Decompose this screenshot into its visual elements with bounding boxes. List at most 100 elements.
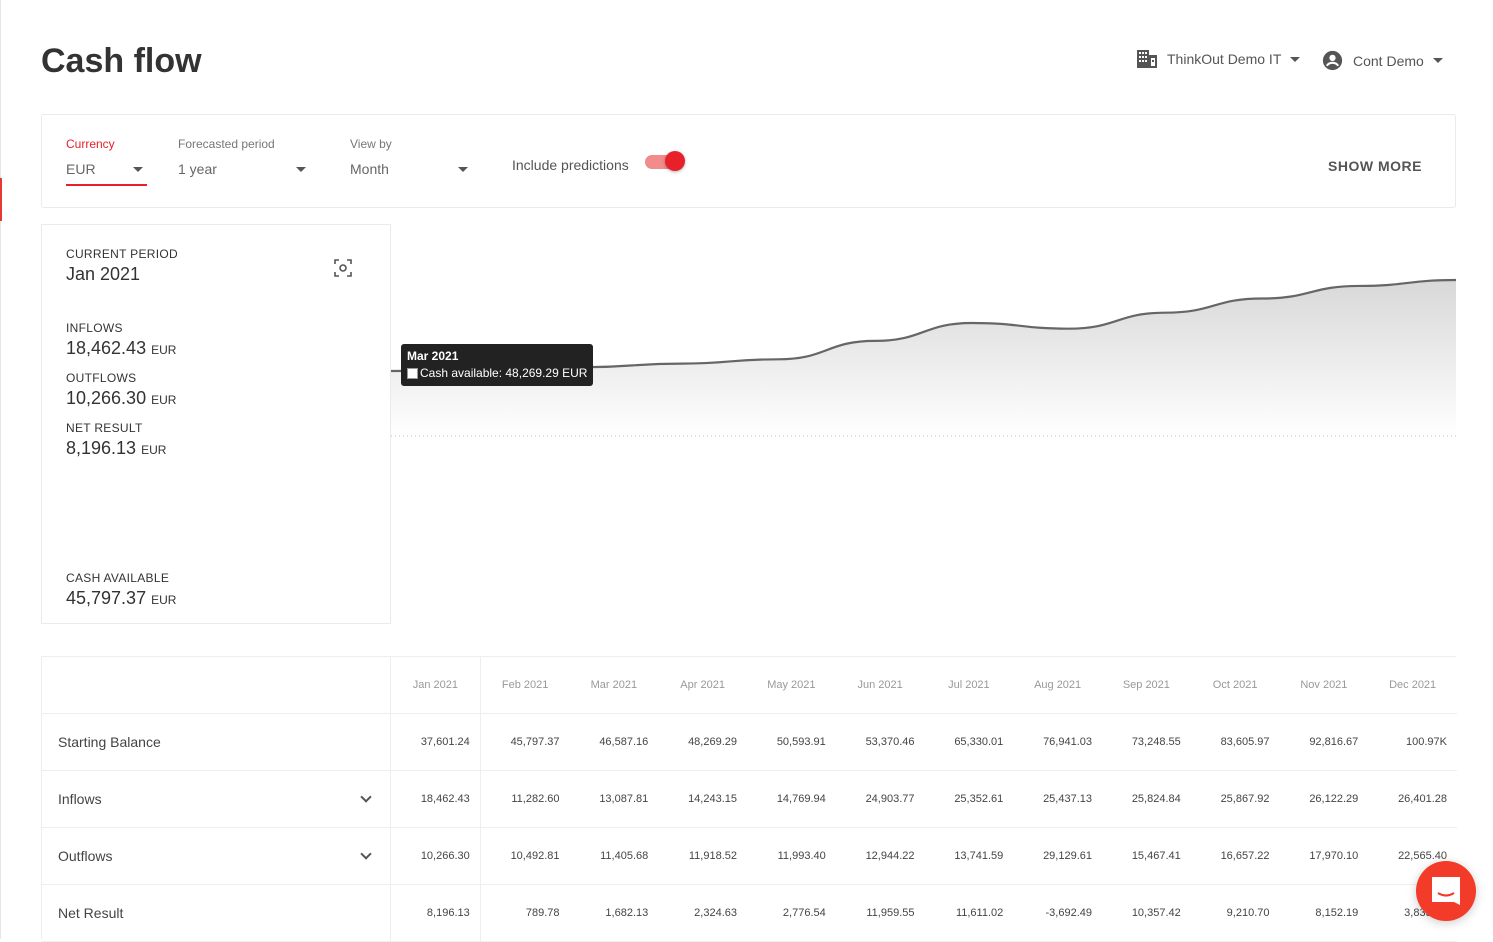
period-label: Forecasted period (178, 137, 275, 151)
company-name: ThinkOut Demo IT (1167, 51, 1282, 67)
table-cell: -3,692.49 (1045, 907, 1092, 919)
user-menu[interactable]: Cont Demo (1322, 50, 1443, 71)
tooltip-title: Mar 2021 (407, 349, 459, 363)
table-cell: 1,682.13 (605, 907, 649, 919)
data-point[interactable] (772, 353, 784, 365)
month-header: Jun 2021 (857, 679, 903, 691)
data-point[interactable] (1353, 280, 1365, 292)
table-cell: 16,657.22 (1220, 850, 1270, 862)
show-more-button[interactable]: SHOW MORE (1328, 158, 1422, 174)
table-cell: 11,405.68 (600, 850, 649, 862)
table-cell: 76,941.03 (1043, 736, 1092, 748)
net-heading: NET RESULT (66, 421, 143, 435)
table-cell: 92,816.67 (1309, 736, 1359, 748)
month-header: Dec 2021 (1389, 679, 1437, 691)
row-label: Net Result (58, 905, 124, 921)
user-name: Cont Demo (1353, 52, 1424, 69)
currency-select[interactable]: Currency EUR (66, 137, 147, 186)
forecast-period-select[interactable]: Forecasted period 1 year (178, 137, 306, 184)
currency-value: EUR (66, 161, 96, 177)
period-heading: CURRENT PERIOD (66, 247, 178, 261)
table-cell: 37,601.24 (391, 714, 481, 770)
month-header: Aug 2021 (1034, 679, 1082, 691)
table-cell: 18,462.43 (391, 771, 481, 827)
chevron-down-icon[interactable] (360, 848, 372, 860)
outflows-heading: OUTFLOWS (66, 371, 137, 385)
table-cell: 15,467.41 (1131, 850, 1181, 862)
cash-value: 45,797.37 EUR (66, 588, 177, 608)
table-cell: 24,903.77 (865, 793, 915, 805)
table-cell: 48,269.29 (688, 736, 737, 748)
month-header: Nov 2021 (1300, 679, 1348, 691)
table-cell: 12,944.22 (865, 850, 915, 862)
company-selector[interactable]: ThinkOut Demo IT (1137, 50, 1301, 68)
table-cell: 2,324.63 (694, 907, 737, 919)
row-label: Outflows (58, 848, 113, 864)
account-circle-icon (1322, 50, 1343, 71)
row-label: Inflows (58, 791, 102, 807)
table-row[interactable]: Inflows 18,462.43 11,282.60 13,087.81 14,243… (42, 771, 1457, 828)
month-header: Feb 2021 (501, 679, 549, 691)
table-cell: 26,122.29 (1309, 793, 1359, 805)
table-cell: 83,605.97 (1220, 736, 1270, 748)
table-cell: 9,210.70 (1226, 907, 1270, 919)
table-cell: 25,867.92 (1220, 793, 1270, 805)
month-header: Sep 2021 (1122, 679, 1170, 691)
table-cell: 25,437.13 (1043, 793, 1092, 805)
table-cell: 17,970.10 (1309, 850, 1359, 862)
net-value: 8,196.13 EUR (66, 438, 167, 458)
table-cell: 25,824.84 (1131, 793, 1181, 805)
table-cell: 11,918.52 (688, 850, 737, 862)
table-cell: 45,797.37 (510, 736, 560, 748)
current-period: Jan 2021 (66, 264, 141, 284)
data-point[interactable] (966, 317, 978, 329)
month-header: May 2021 (767, 679, 816, 691)
table-cell: 65,330.01 (954, 736, 1004, 748)
table-cell: 53,370.46 (865, 736, 915, 748)
cash-chart[interactable] (391, 224, 1456, 624)
outflows-value: 10,266.30 EUR (66, 388, 177, 408)
table-cell: 11,993.40 (777, 850, 826, 862)
building-icon (1137, 50, 1157, 68)
cash-heading: CASH AVAILABLE (66, 571, 170, 585)
table-cell: 46,587.16 (599, 736, 649, 748)
table-cell: 26,401.28 (1398, 793, 1447, 805)
predictions-toggle[interactable] (645, 151, 685, 171)
data-point[interactable] (1256, 292, 1268, 304)
data-point[interactable] (1160, 307, 1172, 319)
predictions-label: Include predictions (512, 157, 629, 173)
data-point[interactable] (1063, 323, 1075, 335)
chevron-down-icon[interactable] (360, 791, 372, 803)
month-header: Oct 2021 (1212, 679, 1258, 691)
view-by-value: Month (350, 161, 389, 177)
view-by-select[interactable]: View by Month (350, 137, 468, 184)
caret-down-icon (133, 166, 143, 172)
chat-button[interactable] (1416, 861, 1476, 921)
sidebar-active-marker (0, 178, 2, 221)
data-point[interactable] (675, 358, 687, 370)
table-cell: 14,243.15 (688, 793, 737, 805)
table-cell: 11,282.60 (511, 793, 560, 805)
focus-icon[interactable] (334, 259, 352, 277)
table-cell: 10,357.42 (1131, 907, 1181, 919)
cashflow-table: Jan 2021 Feb 2021 Mar 2021 Apr 2021 May 2021… (41, 656, 1457, 942)
page-title: Cash flow (41, 42, 202, 80)
row-label: Starting Balance (58, 734, 161, 750)
table-cell: 11,959.55 (866, 907, 915, 919)
caret-down-icon (458, 166, 468, 172)
table-header: Jan 2021 Feb 2021 Mar 2021 Apr 2021 May 2021… (42, 657, 1457, 714)
month-header: Mar 2021 (590, 679, 638, 691)
table-cell: 13,741.59 (954, 850, 1004, 862)
summary-card: CURRENT PERIOD Jan 2021 INFLOWS 18,462.4… (41, 224, 391, 624)
data-point[interactable] (869, 335, 881, 347)
table-cell: 10,266.30 (391, 828, 481, 884)
table-cell: 789.78 (525, 907, 560, 919)
period-value: 1 year (178, 161, 217, 177)
caret-down-icon (296, 166, 306, 172)
tooltip-text: Cash available: 48,269.29 EUR (420, 366, 588, 380)
series-swatch (407, 368, 418, 379)
table-cell: 50,593.91 (776, 736, 826, 748)
caret-down-icon (1290, 56, 1301, 62)
toggle-knob (665, 151, 685, 171)
table-row[interactable]: Outflows 10,266.30 10,492.81 11,405.68 11,91… (42, 828, 1457, 885)
